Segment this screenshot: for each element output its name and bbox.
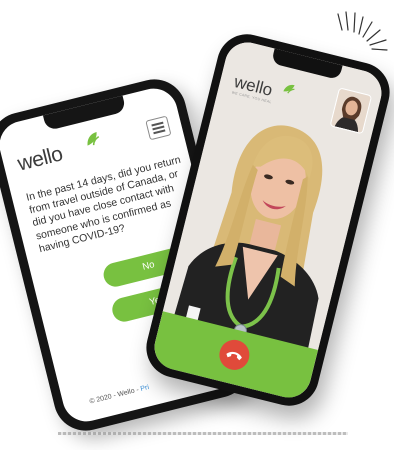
ground-shadow (58, 432, 348, 435)
video-call-phone: wello WE CARE, YOU HEAL (140, 27, 394, 413)
hang-up-phone-icon (226, 351, 242, 361)
menu-button[interactable] (145, 115, 172, 141)
footer-copyright: © 2020 - Wello - (88, 386, 140, 406)
footer: © 2020 - Wello - Pri (89, 384, 150, 406)
end-call-button[interactable] (216, 336, 253, 374)
brand-logo: wello (15, 142, 65, 176)
privacy-link[interactable]: Pri (140, 384, 150, 393)
video-screen: wello WE CARE, YOU HEAL (149, 37, 387, 403)
brand-leaf-icon (87, 132, 100, 146)
